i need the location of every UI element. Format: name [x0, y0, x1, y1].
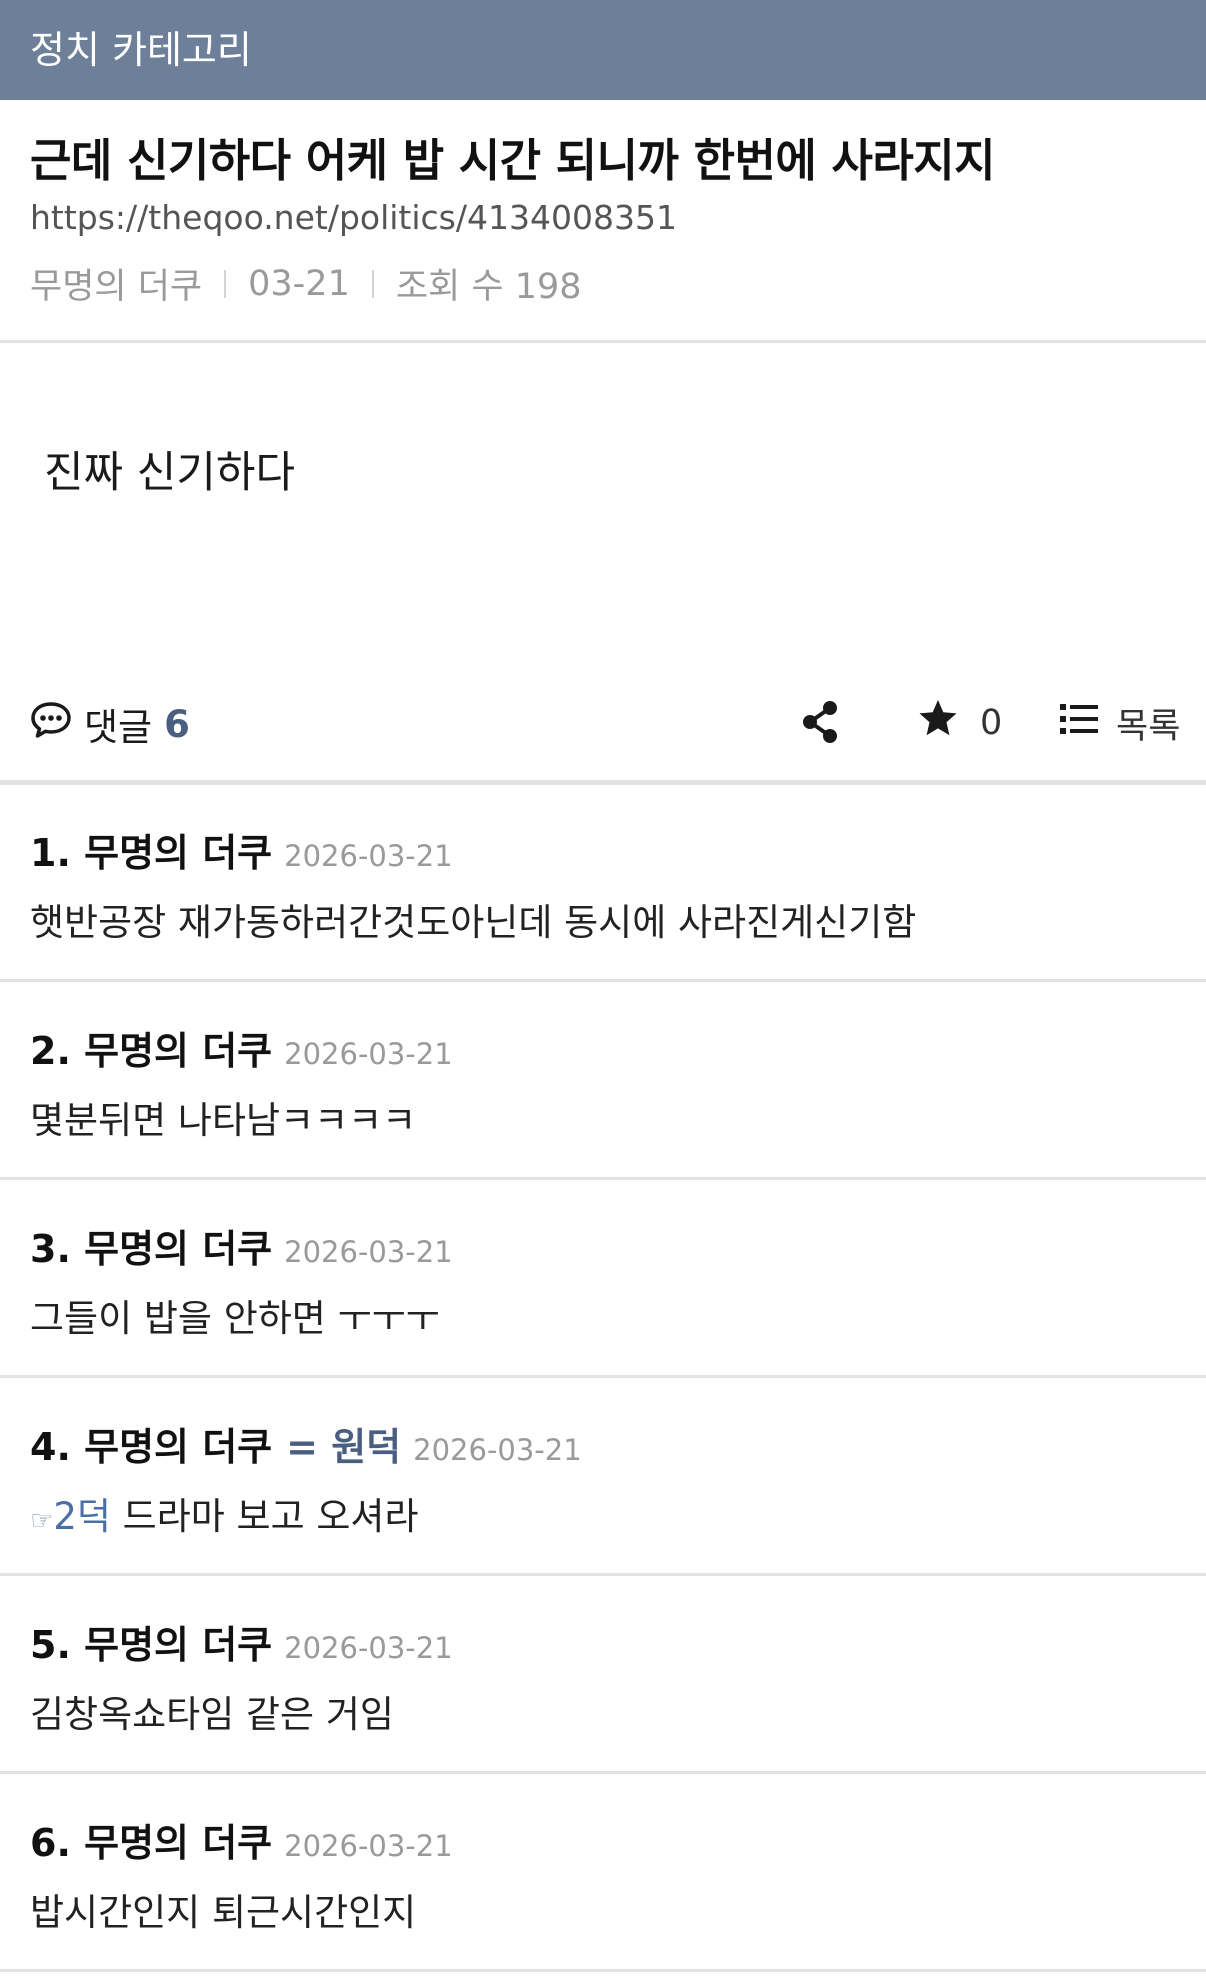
list-label: 목록: [1116, 707, 1181, 747]
star-icon: [918, 698, 980, 747]
comment-date: 2026-03-21: [284, 1829, 453, 1863]
comment-item: 6. 무명의 더쿠 2026-03-21 밥시간인지 퇴근시간인지: [0, 1775, 1206, 1972]
comment-author: 6. 무명의 더쿠: [30, 1821, 273, 1865]
list-button[interactable]: 목록: [1060, 698, 1180, 749]
star-count: 0: [980, 702, 1003, 743]
comment-author: 5. 무명의 더쿠: [30, 1623, 273, 1667]
post-actions-bar: 댓글 6 0 목록: [0, 680, 1206, 780]
reply-target: 2덕: [53, 1495, 111, 1538]
speech-bubble-icon: [30, 701, 84, 748]
share-icon: [800, 701, 840, 750]
comment-text: 김창옥쇼타임 같은 거임: [30, 1693, 394, 1736]
comment-date: 2026-03-21: [413, 1433, 582, 1467]
post-header: 근데 신기하다 어케 밥 시간 되니까 한번에 사라지지 https://the…: [0, 100, 1206, 343]
comment-author: 3. 무명의 더쿠: [30, 1227, 273, 1271]
comment-text: ☞2덕 드라마 보고 오셔라: [30, 1486, 419, 1540]
comment-date: 2026-03-21: [284, 1235, 453, 1269]
comment-author: 1. 무명의 더쿠: [30, 831, 273, 875]
comment-author-tag: = 원덕: [286, 1425, 402, 1469]
pointing-hand-icon: ☞: [30, 1506, 54, 1536]
star-button[interactable]: 0: [918, 698, 1002, 747]
post-title: 근데 신기하다 어케 밥 시간 되니까 한번에 사라지지: [30, 134, 996, 187]
comment-date: 2026-03-21: [284, 1037, 453, 1071]
post-date: 03-21: [248, 263, 350, 304]
comment-reply-link[interactable]: ☞2덕: [30, 1495, 111, 1538]
comment-author: 4. 무명의 더쿠: [30, 1425, 273, 1469]
post-url[interactable]: https://theqoo.net/politics/4134008351: [30, 198, 677, 237]
comment-text: 밥시간인지 퇴근시간인지: [30, 1891, 417, 1934]
post-author: 무명의 더쿠: [30, 267, 203, 307]
category-title[interactable]: 정치 카테고리: [30, 28, 252, 72]
comment-item: 4. 무명의 더쿠 = 원덕 2026-03-21 ☞2덕 드라마 보고 오셔라: [0, 1379, 1206, 1576]
comment-label: 댓글: [84, 706, 153, 749]
post-body: 진짜 신기하다: [44, 448, 296, 498]
meta-divider: [371, 269, 374, 298]
comment-date: 2026-03-21: [284, 839, 453, 873]
share-button[interactable]: [800, 698, 840, 746]
comment-count-button[interactable]: 댓글 6: [30, 694, 190, 754]
comment-item: 5. 무명의 더쿠 2026-03-21 김창옥쇼타임 같은 거임: [0, 1577, 1206, 1774]
comment-item: 1. 무명의 더쿠 2026-03-21 햇반공장 재가동하러간것도아닌데 동시…: [0, 785, 1206, 982]
post-meta: 무명의 더쿠 03-21 조회 수 198: [30, 258, 582, 309]
category-bar[interactable]: 정치 카테고리: [0, 0, 1206, 100]
list-icon: [1060, 703, 1116, 744]
post-views: 조회 수 198: [395, 267, 582, 307]
comment-body: 드라마 보고 오셔라: [110, 1495, 419, 1538]
meta-divider: [224, 269, 227, 298]
comment-text: 햇반공장 재가동하러간것도아닌데 동시에 사라진게신기함: [30, 901, 917, 944]
comment-item: 2. 무명의 더쿠 2026-03-21 몇분뒤면 나타남ㅋㅋㅋㅋ: [0, 983, 1206, 1180]
comment-count: 6: [164, 702, 190, 746]
comment-text: 그들이 밥을 안하면 ㅜㅜㅜ: [30, 1297, 440, 1340]
comment-date: 2026-03-21: [284, 1631, 453, 1665]
comment-text: 몇분뒤면 나타남ㅋㅋㅋㅋ: [30, 1099, 417, 1142]
comment-author: 2. 무명의 더쿠: [30, 1029, 273, 1073]
comment-item: 3. 무명의 더쿠 2026-03-21 그들이 밥을 안하면 ㅜㅜㅜ: [0, 1181, 1206, 1378]
